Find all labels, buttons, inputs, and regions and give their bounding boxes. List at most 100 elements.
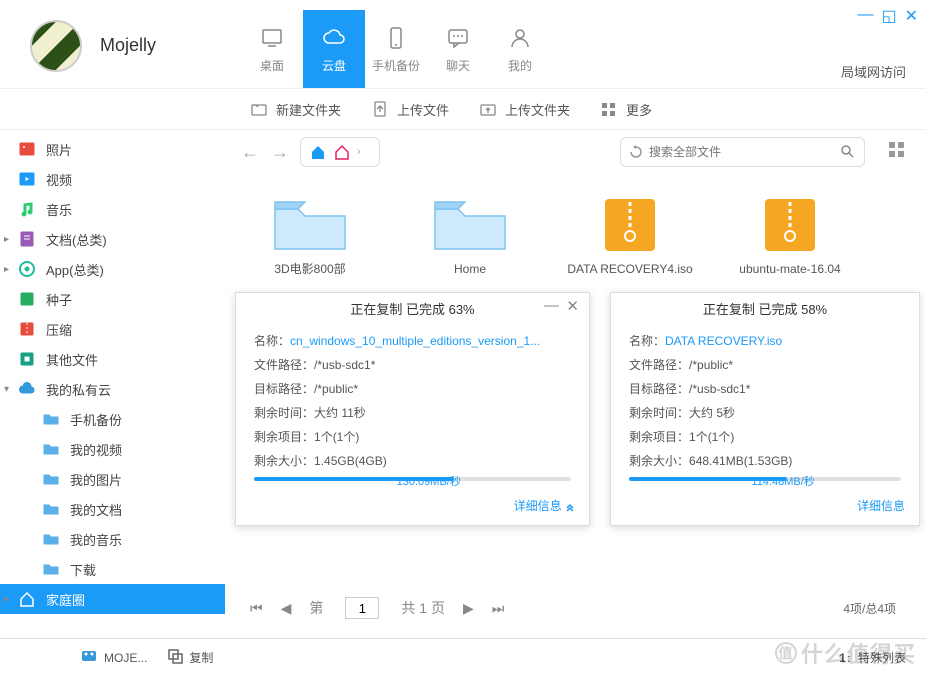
special-list-button[interactable]: 1↕ 特殊列表 xyxy=(839,649,906,666)
speed-value: 114.48MB/秒 xyxy=(751,471,814,493)
prev-page-button[interactable]: ◀ xyxy=(281,600,292,617)
new-folder-icon xyxy=(250,100,268,118)
tab-label: 聊天 xyxy=(446,57,470,74)
progress-minimize-button[interactable]: — xyxy=(544,297,559,314)
sidebar-item-folder[interactable]: 我的视频 xyxy=(0,434,225,464)
sidebar-item-label: 家庭圈 xyxy=(46,590,85,609)
file-name[interactable]: DATA RECOVERY.iso xyxy=(665,329,782,353)
new-folder-button[interactable]: 新建文件夹 xyxy=(250,100,341,119)
close-button[interactable]: ✕ xyxy=(905,6,918,26)
nav-back-button[interactable]: ← xyxy=(240,142,260,163)
pager: ⏮ ◀ 第 共 1 页 ▶ ⏭ 4项/总4项 xyxy=(235,590,906,626)
tab-phone[interactable]: 手机备份 xyxy=(365,10,427,88)
sidebar-item-photo[interactable]: 照片 xyxy=(0,134,225,164)
file-name: ubuntu-mate-16.04 xyxy=(739,262,840,278)
maximize-button[interactable]: ◱ xyxy=(881,6,896,26)
time-label: 剩余时间： xyxy=(254,401,314,425)
sidebar-item-music[interactable]: 音乐 xyxy=(0,194,225,224)
photo-icon xyxy=(18,140,36,158)
chevron-icon: ▾ xyxy=(4,384,9,395)
more-icon xyxy=(600,100,618,118)
nav-forward-button[interactable]: → xyxy=(270,142,290,163)
window-controls: — ◱ ✕ xyxy=(857,6,918,26)
seed-icon: B xyxy=(18,290,36,308)
upload-file-icon xyxy=(371,100,389,118)
first-page-button[interactable]: ⏮ xyxy=(250,600,263,617)
view-toggle-button[interactable] xyxy=(887,140,911,165)
taskbar-copy-icon[interactable]: 复制 xyxy=(167,647,213,668)
top-tabs: 桌面云盘 手机备份聊天 我的 xyxy=(241,10,551,88)
sidebar-item-other[interactable]: 其他文件 xyxy=(0,344,225,374)
sidebar-item-home[interactable]: ▸ 家庭圈 xyxy=(0,584,225,614)
minimize-button[interactable]: — xyxy=(857,6,873,26)
taskbar-app-icon[interactable]: MOJE... xyxy=(80,647,147,668)
sidebar-item-label: 我的图片 xyxy=(70,470,122,489)
sidebar-item-mycloud[interactable]: ▾我的私有云 xyxy=(0,374,225,404)
dst-label: 目标路径： xyxy=(629,377,689,401)
sidebar-item-folder[interactable]: 下载 xyxy=(0,554,225,584)
folder-icon xyxy=(42,440,60,458)
file-item[interactable]: 3D电影800部 xyxy=(245,194,375,278)
video-icon xyxy=(18,170,36,188)
upload-file-button[interactable]: 上传文件 xyxy=(371,100,449,119)
file-name[interactable]: cn_windows_10_multiple_editions_version_… xyxy=(290,329,540,353)
last-page-button[interactable]: ⏭ xyxy=(492,600,505,617)
chevron-icon: ▸ xyxy=(4,594,9,605)
dst-path: /*usb-sdc1* xyxy=(689,377,750,401)
toolbar-label: 更多 xyxy=(626,100,652,119)
tab-chat[interactable]: 聊天 xyxy=(427,10,489,88)
tab-label: 云盘 xyxy=(322,57,346,74)
items-label: 剩余项目： xyxy=(254,425,314,449)
pager-pre: 第 xyxy=(309,598,323,618)
file-item[interactable]: DATA RECOVERY4.iso xyxy=(565,194,695,278)
file-item[interactable]: ubuntu-mate-16.04 xyxy=(725,194,855,278)
file-item[interactable]: Home xyxy=(405,194,535,278)
sidebar-item-folder[interactable]: 我的音乐 xyxy=(0,524,225,554)
search-input[interactable] xyxy=(649,145,840,159)
sidebar-item-video[interactable]: 视频 xyxy=(0,164,225,194)
next-page-button[interactable]: ▶ xyxy=(463,600,474,617)
toolbar: 新建文件夹 上传文件 上传文件夹 更多 xyxy=(0,88,926,130)
file-name: Home xyxy=(454,262,486,278)
size-label: 剩余大小： xyxy=(629,449,689,473)
cloud-icon xyxy=(321,25,347,51)
dst-label: 目标路径： xyxy=(254,377,314,401)
lan-access-link[interactable]: 局域网访问 xyxy=(841,62,906,81)
refresh-icon[interactable] xyxy=(629,145,643,159)
sidebar-item-app[interactable]: ▸App(总类) xyxy=(0,254,225,284)
upload-folder-icon xyxy=(479,100,497,118)
other-icon xyxy=(18,350,36,368)
avatar[interactable] xyxy=(30,20,82,72)
sidebar-item-label: 下载 xyxy=(70,560,96,579)
sidebar-item-folder[interactable]: 手机备份 xyxy=(0,404,225,434)
progress-title: 正在复制 已完成 63% — ✕ xyxy=(236,293,589,323)
toolbar-label: 上传文件 xyxy=(397,100,449,119)
src-label: 文件路径： xyxy=(629,353,689,377)
progress-close-button[interactable]: ✕ xyxy=(566,297,579,315)
sidebar-item-folder[interactable]: 我的图片 xyxy=(0,464,225,494)
toolbar-label: 新建文件夹 xyxy=(276,100,341,119)
sidebar-item-folder[interactable]: 我的文档 xyxy=(0,494,225,524)
tab-cloud[interactable]: 云盘 xyxy=(303,10,365,88)
sidebar-item-label: 我的视频 xyxy=(70,440,122,459)
sidebar-item-doc[interactable]: ▸文档(总类) xyxy=(0,224,225,254)
copy-icon xyxy=(167,648,183,667)
tab-desktop[interactable]: 桌面 xyxy=(241,10,303,88)
items-value: 1个(1个) xyxy=(689,425,734,449)
detail-link[interactable]: 详细信息 xyxy=(857,499,905,513)
upload-folder-button[interactable]: 上传文件夹 xyxy=(479,100,570,119)
navbar: ← → › xyxy=(225,130,926,174)
progress-panel-1: 正在复制 已完成 63% — ✕ 名称：cn_windows_10_multip… xyxy=(235,292,590,526)
page-input[interactable] xyxy=(345,597,379,619)
size-value: 1.45GB(4GB) xyxy=(314,449,387,473)
sidebar-item-seed[interactable]: B种子 xyxy=(0,284,225,314)
more-button[interactable]: 更多 xyxy=(600,100,652,119)
tab-user[interactable]: 我的 xyxy=(489,10,551,88)
sidebar-item-zip[interactable]: 压缩 xyxy=(0,314,225,344)
chevron-icon: ▸ xyxy=(4,234,9,245)
search-icon[interactable] xyxy=(840,144,856,160)
detail-link[interactable]: 详细信息 xyxy=(514,499,575,513)
svg-text:B: B xyxy=(24,295,31,306)
breadcrumb[interactable]: › xyxy=(300,137,380,167)
sidebar-item-label: 我的文档 xyxy=(70,500,122,519)
